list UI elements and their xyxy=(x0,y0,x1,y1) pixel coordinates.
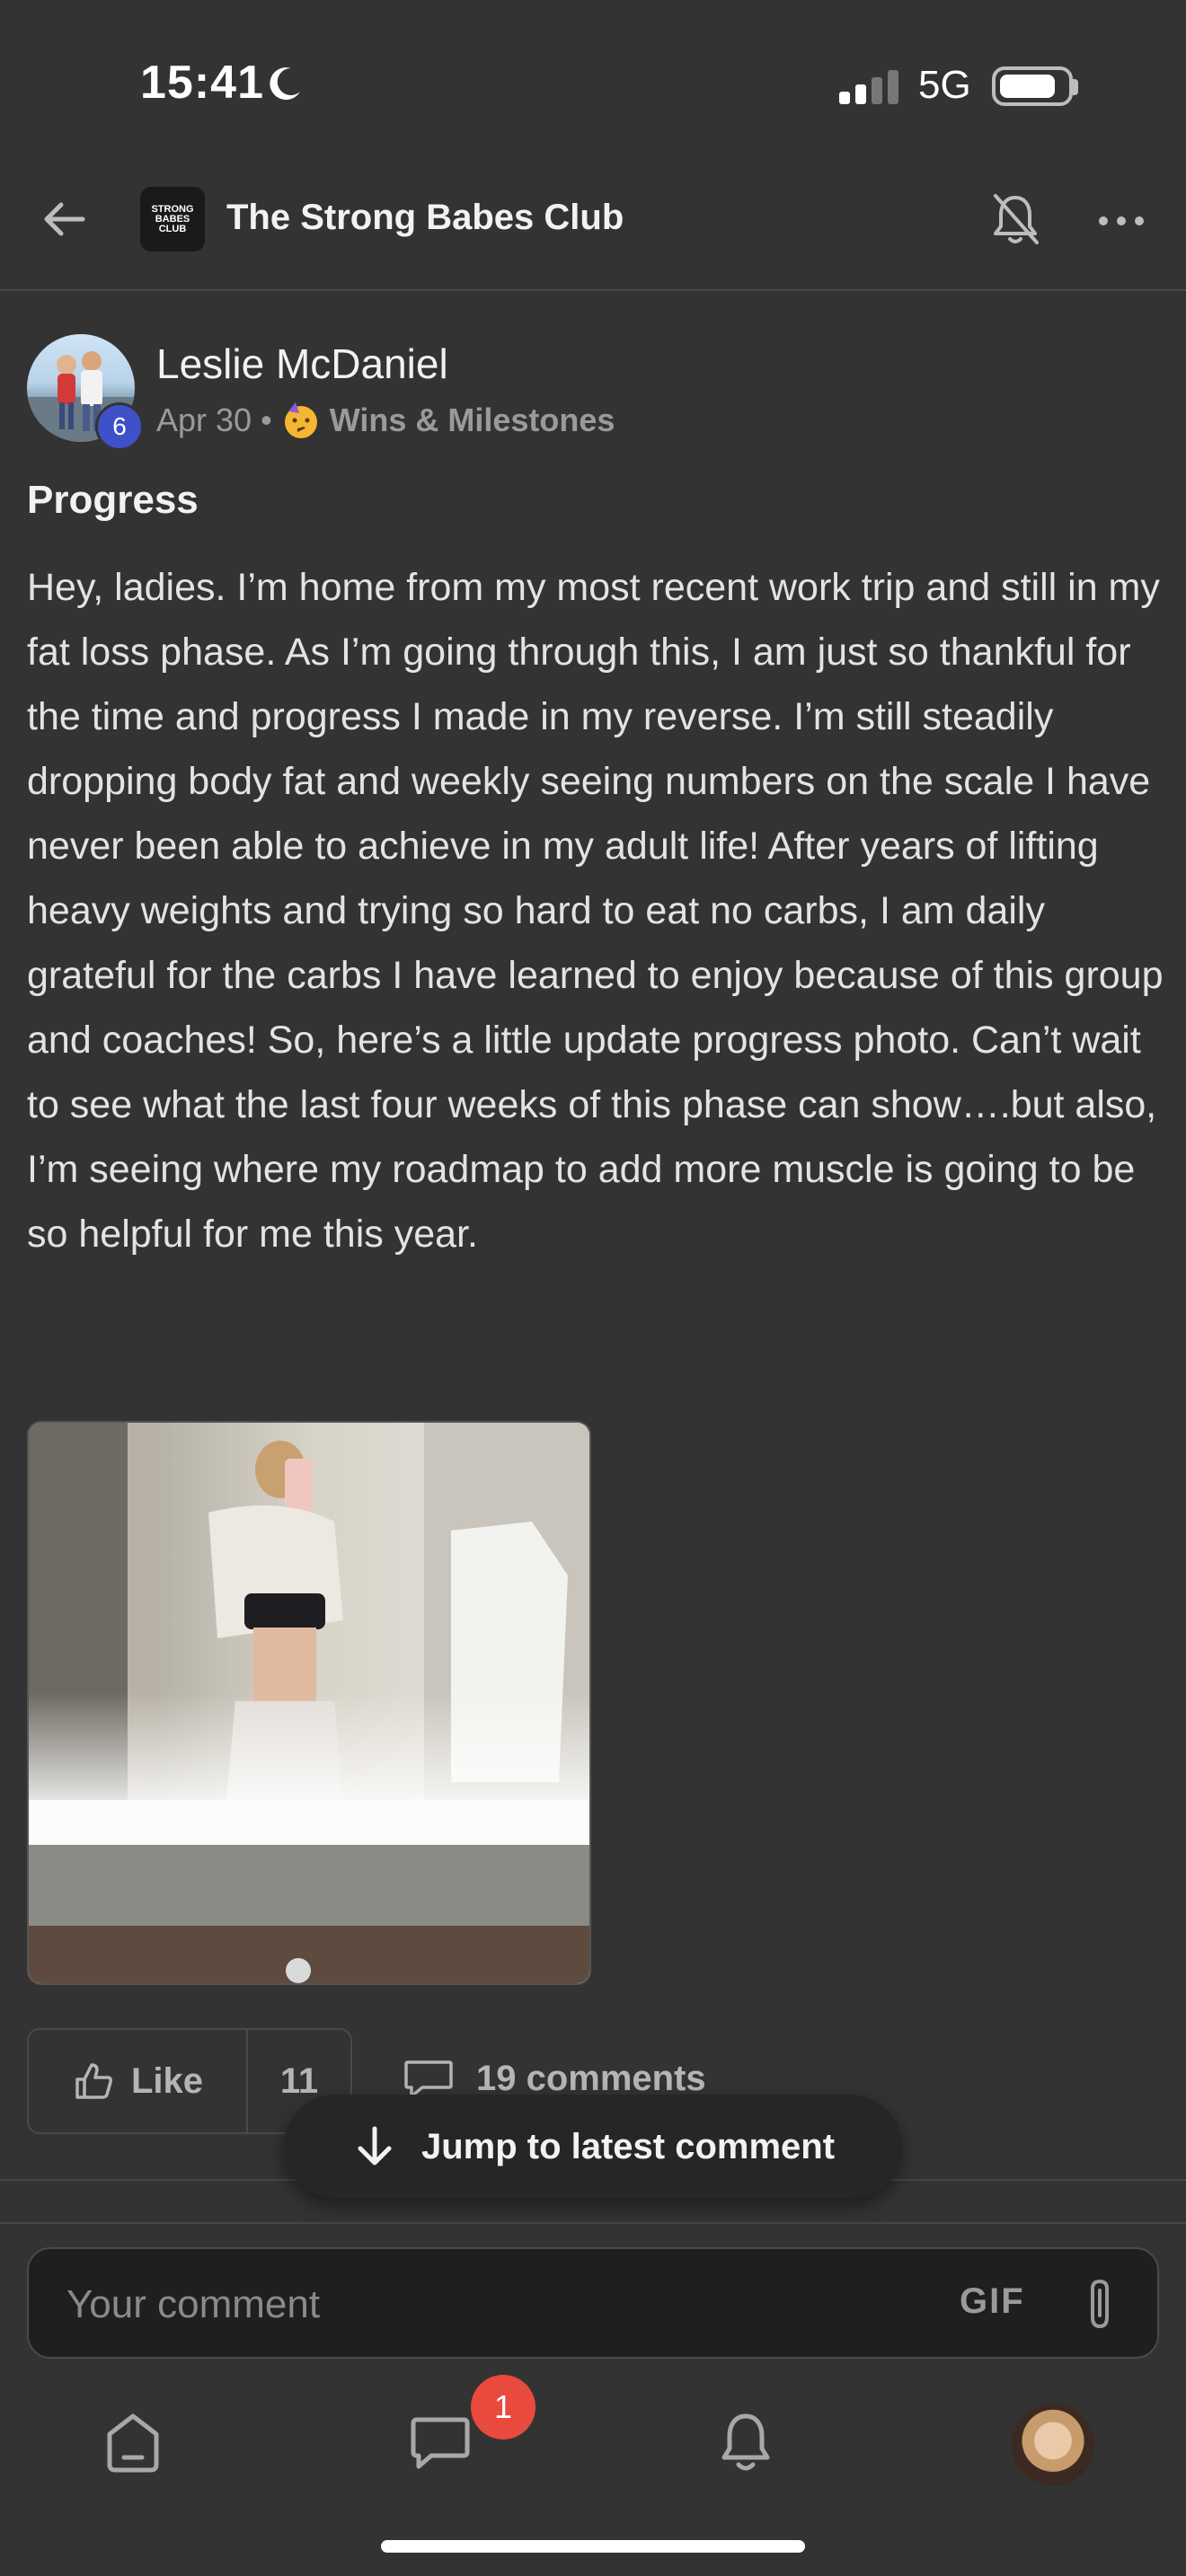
messages-badge: 1 xyxy=(471,2375,535,2439)
jump-to-latest-button[interactable]: Jump to latest comment xyxy=(284,2095,902,2199)
profile-avatar[interactable] xyxy=(1012,2404,1094,2486)
battery-level xyxy=(1000,75,1055,98)
messages-tab-icon[interactable] xyxy=(404,2407,476,2479)
home-tab-icon[interactable] xyxy=(97,2407,169,2479)
party-face-icon xyxy=(284,402,317,438)
like-label: Like xyxy=(130,2060,204,2101)
battery-tip xyxy=(1073,79,1078,95)
level-badge: 6 xyxy=(95,402,144,451)
thumbs-up-icon xyxy=(75,2063,112,2099)
comments-label: 19 comments xyxy=(476,2058,706,2098)
battery-icon xyxy=(992,66,1073,106)
author-name[interactable]: Leslie McDaniel xyxy=(156,340,448,388)
paperclip-icon[interactable] xyxy=(1078,2276,1123,2333)
more-options-icon[interactable] xyxy=(1094,203,1148,239)
back-arrow-icon[interactable] xyxy=(38,192,92,246)
comment-box: GIF xyxy=(27,2247,1159,2359)
post-body: Hey, ladies. I’m home from my most recen… xyxy=(27,566,1164,1256)
post-photo[interactable] xyxy=(27,1421,591,1985)
club-logo[interactable]: STRONG BABES CLUB xyxy=(140,187,205,251)
bell-off-icon[interactable] xyxy=(988,190,1042,248)
post-category[interactable]: Wins & Milestones xyxy=(330,401,615,439)
jump-label: Jump to latest comment xyxy=(420,2126,836,2166)
post-meta: Apr 30 • Wins & Milestones xyxy=(156,401,615,440)
notifications-tab-icon[interactable] xyxy=(710,2407,782,2479)
club-logo-line: CLUB xyxy=(158,223,187,234)
moon-icon xyxy=(270,67,300,101)
comment-input[interactable] xyxy=(65,2272,931,2337)
comments-count[interactable]: 19 comments xyxy=(403,2057,706,2100)
status-time: 15:41 xyxy=(140,57,264,109)
post-title: Progress xyxy=(27,478,199,522)
arrow-down-icon xyxy=(358,2126,392,2166)
network-type: 5G xyxy=(918,63,971,107)
signal-icon xyxy=(839,68,902,104)
home-indicator xyxy=(381,2540,805,2553)
club-name[interactable]: The Strong Babes Club xyxy=(226,198,624,238)
club-logo-line: STRONG xyxy=(151,203,194,215)
gif-button[interactable]: GIF xyxy=(960,2281,1025,2322)
club-logo-line: BABES xyxy=(155,213,190,225)
post-date: Apr 30 xyxy=(156,401,252,438)
input-divider xyxy=(0,2222,1186,2224)
like-button[interactable]: Like xyxy=(29,2030,248,2132)
comment-icon xyxy=(404,2060,453,2098)
meta-separator: • xyxy=(261,401,272,438)
header-divider xyxy=(0,289,1186,291)
